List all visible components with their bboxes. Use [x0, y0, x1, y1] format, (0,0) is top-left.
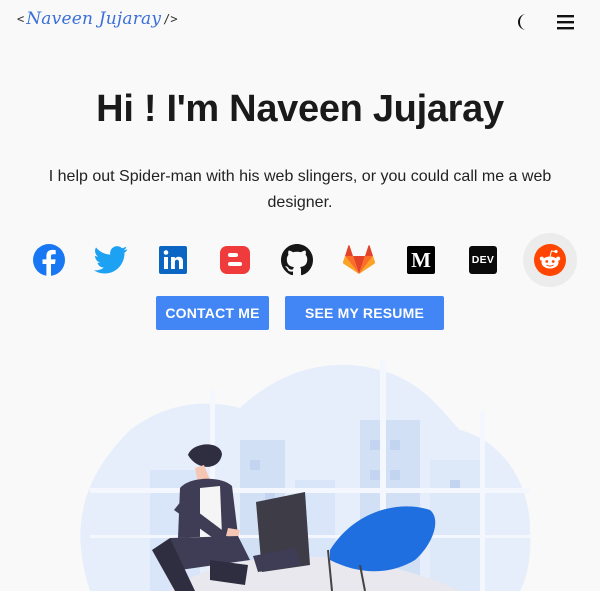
twitter-link[interactable]	[84, 233, 138, 287]
github-icon	[281, 244, 313, 276]
logo-close-bracket: />	[163, 12, 178, 26]
see-resume-button[interactable]: SEE MY RESUME	[285, 296, 444, 330]
dev-icon-text: DEV	[471, 254, 495, 266]
github-link[interactable]	[270, 233, 324, 287]
facebook-link[interactable]	[22, 233, 76, 287]
reddit-link[interactable]	[523, 233, 577, 287]
reddit-icon	[534, 244, 566, 276]
linkedin-link[interactable]	[146, 233, 200, 287]
blogger-link[interactable]	[208, 233, 262, 287]
gitlab-icon	[342, 245, 376, 274]
dev-link[interactable]: DEV	[456, 233, 510, 287]
linkedin-icon	[159, 246, 187, 274]
logo-name: Naveen Jujaray	[26, 9, 162, 29]
contact-me-button[interactable]: CONTACT ME	[156, 296, 269, 330]
hero-illustration	[80, 360, 531, 591]
site-logo[interactable]: < Naveen Jujaray />	[17, 9, 178, 29]
hero-title: Hi ! I'm Naveen Jujaray	[96, 88, 504, 130]
logo-open-bracket: <	[17, 12, 25, 26]
medium-icon-letter: M	[411, 247, 431, 272]
hero-subtitle: I help out Spider-man with his web sling…	[48, 168, 552, 211]
top-nav: < Naveen Jujaray />	[0, 0, 600, 48]
gitlab-link[interactable]	[332, 233, 386, 287]
hamburger-menu-icon[interactable]	[556, 13, 576, 33]
twitter-icon	[94, 246, 128, 274]
medium-icon: M	[407, 246, 435, 274]
medium-link[interactable]: M	[394, 233, 448, 287]
moon-icon[interactable]	[517, 12, 537, 32]
dev-icon: DEV	[469, 246, 497, 274]
social-links: M DEV	[22, 233, 582, 287]
facebook-icon	[33, 244, 65, 276]
blogger-icon	[220, 246, 250, 274]
